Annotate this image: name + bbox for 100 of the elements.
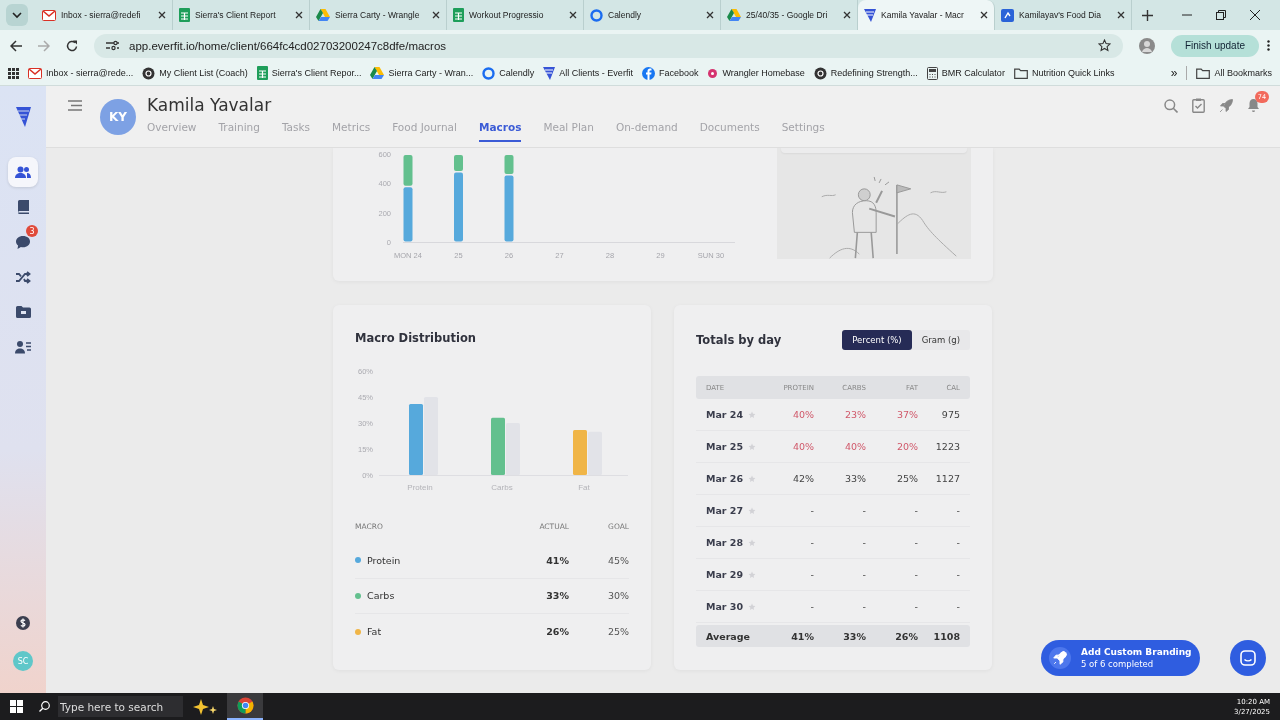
bookmark[interactable]: My Client List (Coach) <box>142 66 248 80</box>
star-icon[interactable] <box>748 410 757 419</box>
back-icon[interactable] <box>10 39 22 52</box>
search-icon[interactable] <box>1164 98 1178 113</box>
table-cell-text: 33% <box>843 473 866 484</box>
bookmark[interactable]: Facebook <box>641 66 699 80</box>
bell-icon[interactable] <box>1247 98 1260 113</box>
star-icon[interactable] <box>1097 39 1111 52</box>
table-cell-text: 42% <box>791 473 814 484</box>
chat-icon <box>1240 650 1256 666</box>
table-cell-text: 41% <box>790 630 814 642</box>
close-icon[interactable] <box>980 11 988 19</box>
restore-icon[interactable] <box>1216 10 1226 20</box>
close-icon[interactable] <box>843 11 851 19</box>
table-cell-text: - <box>809 505 814 516</box>
more-icon[interactable] <box>1267 40 1270 51</box>
close-icon[interactable] <box>432 11 440 19</box>
apps-grid-icon[interactable] <box>8 67 19 79</box>
calculator-icon <box>926 66 938 80</box>
chat-button[interactable] <box>1230 640 1266 676</box>
circle-logo-icon <box>813 66 827 80</box>
taskbar-app[interactable] <box>227 693 263 720</box>
chart-bar <box>491 417 505 475</box>
windows-logo-icon[interactable] <box>10 700 23 713</box>
profile-avatar-icon[interactable] <box>1138 37 1155 54</box>
bookmark[interactable]: BMR Calculator <box>926 66 1005 80</box>
table-cell-text: - <box>913 569 918 580</box>
table-cell: Mar 25 <box>706 441 744 452</box>
close-icon[interactable] <box>569 11 577 19</box>
bookmark[interactable]: Calendly <box>482 66 535 80</box>
table-cell-text: 25% <box>895 473 918 484</box>
bookmark[interactable]: All Bookmarks <box>1196 67 1272 79</box>
nav-tab[interactable]: Macros <box>479 121 522 142</box>
close-icon[interactable] <box>1117 11 1125 19</box>
unit-option[interactable]: Percent (%) <box>842 330 912 350</box>
star-icon[interactable] <box>748 602 757 611</box>
ring-icon <box>590 8 603 22</box>
update-button[interactable]: Finish update <box>1170 34 1259 57</box>
table-cell-text: - <box>913 601 918 612</box>
reload-icon[interactable] <box>66 39 78 52</box>
table-cell-text: - <box>955 505 960 516</box>
table-cell-text: - <box>809 601 814 612</box>
square-logo-icon <box>1001 8 1014 22</box>
more-bookmarks-button[interactable]: » <box>1170 66 1178 80</box>
unit-option[interactable]: Gram (g) <box>911 330 970 350</box>
star-icon[interactable] <box>748 538 757 547</box>
table-cell-text: 23% <box>843 409 866 420</box>
card-title: Totals by day <box>696 333 782 347</box>
tab-search-icon[interactable] <box>6 4 28 26</box>
chevron-logo-icon <box>543 66 556 80</box>
folder-icon <box>15 306 31 318</box>
rocket-icon[interactable] <box>1219 98 1233 113</box>
chevron-logo-icon <box>864 8 876 22</box>
star-icon[interactable] <box>748 442 757 451</box>
table-cell-text: 1108 <box>932 630 960 642</box>
table-cell: Mar 30 <box>706 601 744 612</box>
menu-icon[interactable] <box>68 100 82 111</box>
table-cell-text: 25% <box>606 626 629 638</box>
table-cell-text: 26% <box>894 630 918 642</box>
star-icon[interactable] <box>748 474 757 483</box>
new-tab-icon[interactable] <box>1142 9 1153 21</box>
sidebar-item[interactable] <box>8 157 38 187</box>
sidebar-item[interactable]: 3 <box>8 227 38 257</box>
table-cell: Mar 27 <box>706 505 744 516</box>
bookmark[interactable]: Sierra's Client Repor... <box>256 66 362 80</box>
bookmark[interactable]: Sierra Carty - Wran... <box>370 67 474 79</box>
bookmark[interactable]: All Clients - Everfit <box>543 66 633 80</box>
close-icon[interactable] <box>295 11 303 19</box>
table-cell: Protein <box>367 554 401 566</box>
card-title: Macro Distribution <box>355 331 476 345</box>
book-icon <box>17 200 29 214</box>
table-cell-text: 40% <box>843 441 866 452</box>
table-cell-text: - <box>861 601 866 612</box>
star-icon[interactable] <box>748 506 757 515</box>
bookmark[interactable]: Redefining Strength... <box>813 66 918 80</box>
table-cell: Mar 26 <box>706 473 744 484</box>
table-cell-text: 33% <box>545 590 569 602</box>
bookmark[interactable]: Wrangler Homebase <box>707 67 805 79</box>
address-bar[interactable]: app.everfit.io/home/client/664fc4cd02703200247c8dfe/macros <box>94 33 1123 58</box>
table-cell: Carbs <box>367 590 395 602</box>
taskbar-search-field[interactable]: Type here to search <box>58 696 183 717</box>
chart-bar <box>573 429 587 475</box>
table-cell-text: 26% <box>545 626 569 638</box>
search-icon <box>39 701 50 712</box>
triangle-icon <box>370 67 385 79</box>
bookmark[interactable]: Inbox - sierra@rede... <box>28 67 134 79</box>
bookmark[interactable]: Nutrition Quick Links <box>1013 67 1115 79</box>
close-icon[interactable] <box>706 11 714 19</box>
browser-tab[interactable]: Kamila Yavalar - Macr <box>858 0 995 30</box>
spreadsheet-icon <box>256 66 268 80</box>
chat-icon <box>15 234 31 250</box>
close-icon[interactable] <box>158 11 166 19</box>
close-icon[interactable] <box>1250 10 1260 20</box>
app-logo-icon[interactable] <box>15 107 31 127</box>
circle-logo-icon <box>142 66 156 80</box>
table-cell-text: 33% <box>842 630 866 642</box>
table-cell-text: 37% <box>895 409 918 420</box>
star-icon[interactable] <box>748 570 757 579</box>
clipboard-check-icon[interactable] <box>1192 98 1205 113</box>
custom-branding-button[interactable]: Add Custom Branding 5 of 6 completed <box>1041 640 1200 676</box>
